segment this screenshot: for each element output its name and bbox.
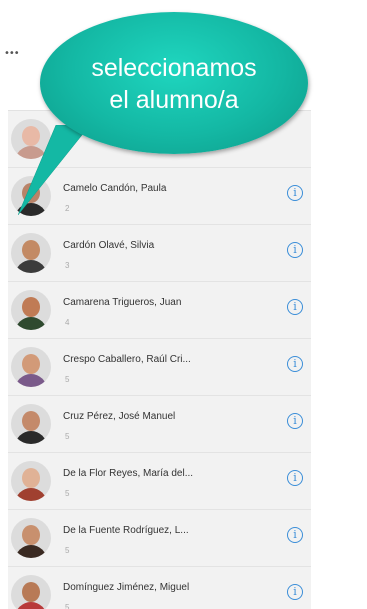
student-row[interactable]: De la Fuente Rodríguez, L... 5 i bbox=[8, 510, 311, 567]
callout-text: seleccionamos el alumno/a bbox=[40, 52, 308, 116]
student-number: 5 bbox=[65, 603, 70, 609]
student-row[interactable]: De la Flor Reyes, María del... 5 i bbox=[8, 453, 311, 510]
callout-line-1: seleccionamos bbox=[91, 54, 257, 82]
student-number: 3 bbox=[65, 261, 70, 270]
student-name: Cardón Olavé, Silvia bbox=[63, 240, 155, 251]
info-icon[interactable]: i bbox=[287, 242, 303, 258]
student-name: De la Fuente Rodríguez, L... bbox=[63, 525, 189, 536]
student-row[interactable]: Cruz Pérez, José Manuel 5 i bbox=[8, 396, 311, 453]
student-number: 4 bbox=[65, 318, 70, 327]
info-icon[interactable]: i bbox=[287, 356, 303, 372]
student-name: De la Flor Reyes, María del... bbox=[63, 468, 194, 479]
info-icon[interactable]: i bbox=[287, 470, 303, 486]
student-avatar bbox=[11, 575, 51, 609]
student-row[interactable]: Domínguez Jiménez, Miguel 5 i bbox=[8, 567, 311, 609]
student-name: Cruz Pérez, José Manuel bbox=[63, 411, 176, 422]
student-avatar bbox=[11, 518, 51, 558]
student-row[interactable]: Cardón Olavé, Silvia 3 i bbox=[8, 225, 311, 282]
info-icon[interactable]: i bbox=[287, 413, 303, 429]
student-row[interactable]: Crespo Caballero, Raúl Cri... 5 i bbox=[8, 339, 311, 396]
student-avatar bbox=[11, 233, 51, 273]
info-icon[interactable]: i bbox=[287, 527, 303, 543]
status-indicator: ••• bbox=[4, 48, 20, 59]
student-name: Domínguez Jiménez, Miguel bbox=[63, 582, 190, 593]
callout-line-2: el alumno/a bbox=[109, 86, 239, 114]
student-number: 5 bbox=[65, 432, 70, 441]
info-icon[interactable]: i bbox=[287, 299, 303, 315]
student-number: 5 bbox=[65, 489, 70, 498]
student-name: Crespo Caballero, Raúl Cri... bbox=[63, 354, 191, 365]
student-avatar bbox=[11, 347, 51, 387]
student-name: Camarena Trigueros, Juan bbox=[63, 297, 182, 308]
student-avatar bbox=[11, 290, 51, 330]
student-number: 5 bbox=[65, 546, 70, 555]
student-number: 5 bbox=[65, 375, 70, 384]
info-icon[interactable]: i bbox=[287, 584, 303, 600]
info-icon[interactable]: i bbox=[287, 185, 303, 201]
student-row[interactable]: Camarena Trigueros, Juan 4 i bbox=[8, 282, 311, 339]
student-avatar bbox=[11, 404, 51, 444]
student-avatar bbox=[11, 461, 51, 501]
